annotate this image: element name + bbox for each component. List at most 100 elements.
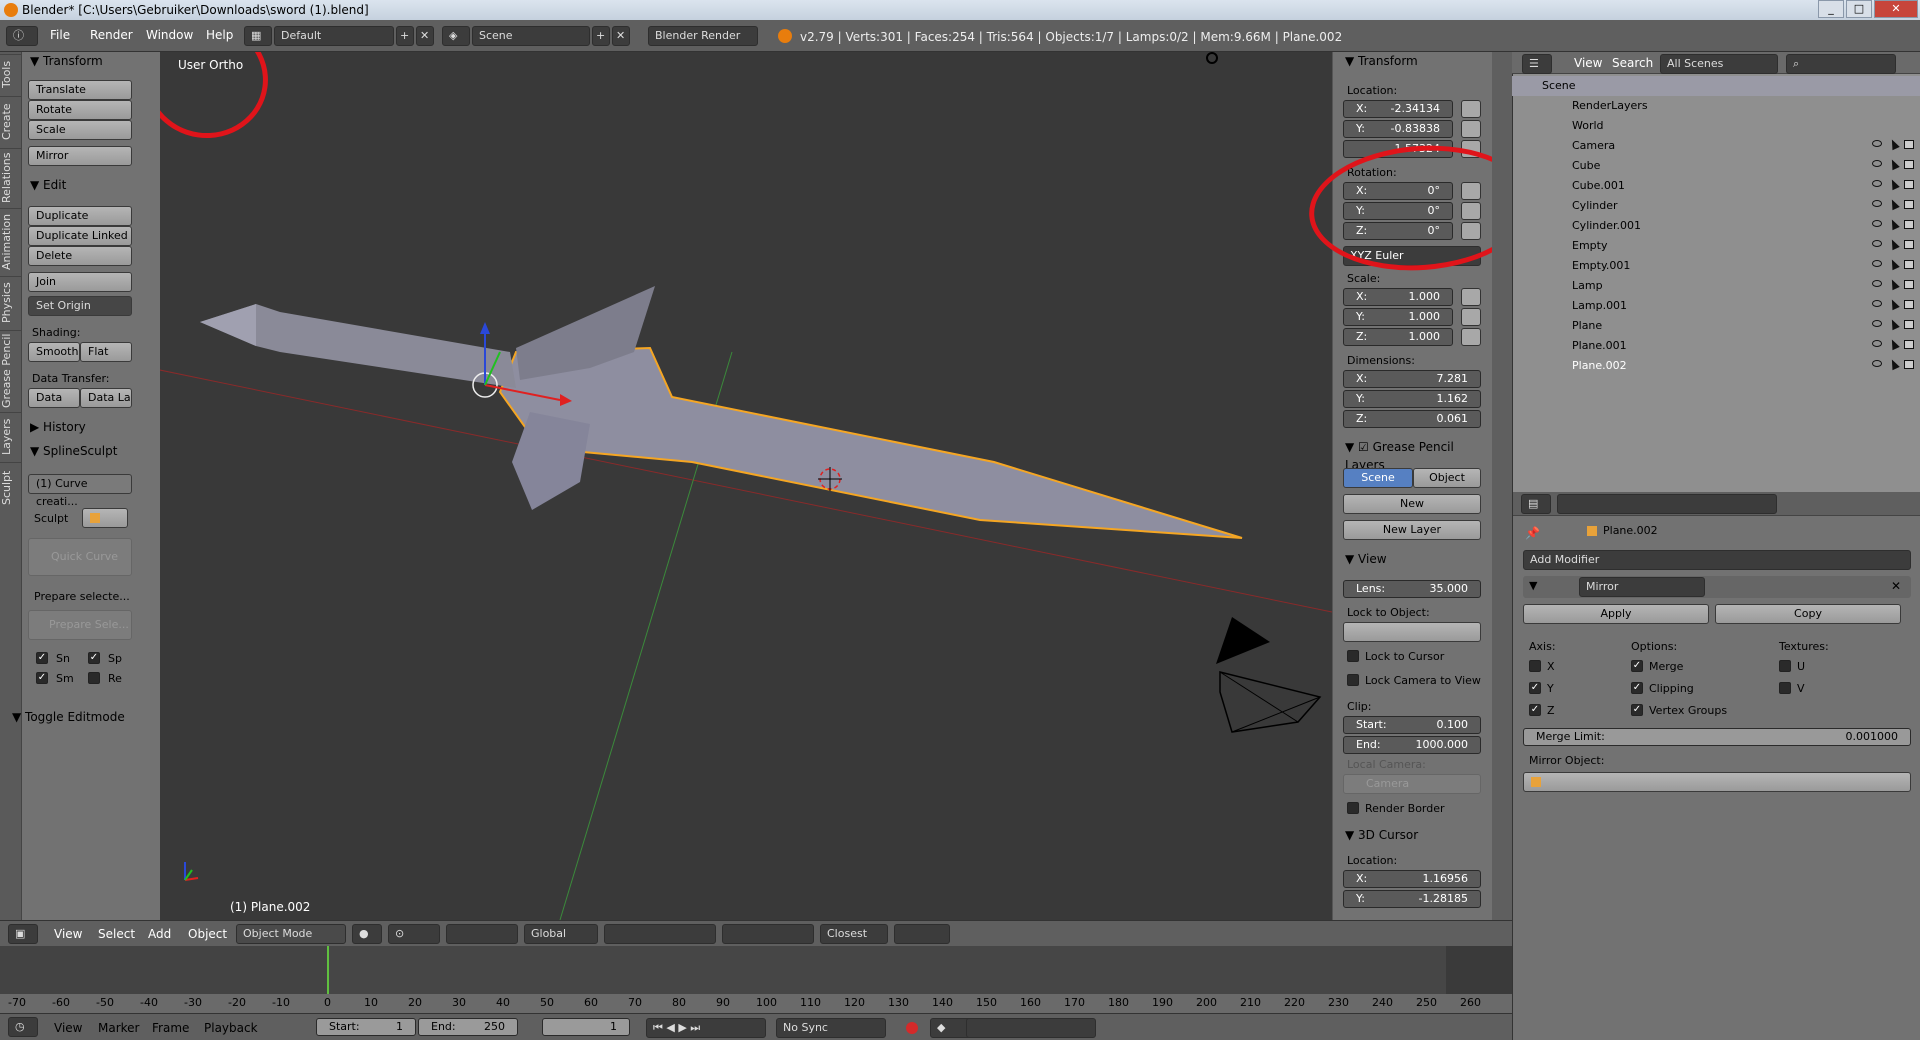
lock-camera-checkbox[interactable] <box>1347 674 1359 686</box>
outliner-search-menu[interactable]: Search <box>1612 56 1653 70</box>
outliner-view-menu[interactable]: View <box>1574 56 1602 70</box>
panel-scrollbar[interactable] <box>1492 52 1512 920</box>
outliner-filter-select[interactable]: All Scenes <box>1660 54 1778 74</box>
view-panel-header[interactable]: ▼ View <box>1345 550 1387 568</box>
editor-type-icon[interactable]: ⓘ <box>6 26 38 46</box>
cursor-x-field[interactable]: X: 1.16956 <box>1343 870 1481 888</box>
add-layout-icon[interactable]: + <box>396 26 414 46</box>
add-modifier-select[interactable]: Add Modifier <box>1523 550 1911 570</box>
tab-relations[interactable]: Relations <box>0 148 22 206</box>
dimension-x-field[interactable]: X: 7.281 <box>1343 370 1481 388</box>
clip-start-field[interactable]: Start: 0.100 <box>1343 716 1481 734</box>
join-button[interactable]: Join <box>28 272 132 292</box>
properties-editor-icon[interactable]: ▤ <box>1521 494 1551 514</box>
render-border-checkbox[interactable] <box>1347 802 1359 814</box>
smooth-button[interactable]: Smooth <box>28 342 80 362</box>
clipping-checkbox[interactable]: ✓ <box>1631 682 1643 694</box>
overlay-buttons[interactable] <box>722 924 814 944</box>
axis-z-checkbox[interactable]: ✓ <box>1529 704 1541 716</box>
dimension-z-field[interactable]: Z: 0.061 <box>1343 410 1481 428</box>
layer-buttons[interactable] <box>604 924 716 944</box>
lock-icon[interactable] <box>1461 288 1481 306</box>
pin-icon[interactable]: 📌 <box>1525 526 1540 540</box>
sync-select[interactable]: No Sync <box>776 1018 886 1038</box>
view3d-object-menu[interactable]: Object <box>188 927 227 941</box>
current-frame-field[interactable]: 1 <box>542 1018 630 1036</box>
texture-u-checkbox[interactable] <box>1779 660 1791 672</box>
outliner-item-scene[interactable]: Scene <box>1512 76 1920 96</box>
keying-set-field[interactable] <box>966 1018 1096 1038</box>
view3d-add-menu[interactable]: Add <box>148 927 171 941</box>
remove-layout-icon[interactable]: ✕ <box>416 26 434 46</box>
sculpt-object-field[interactable] <box>82 508 128 528</box>
outliner-item-empty-001[interactable]: Empty.001 <box>1512 256 1920 276</box>
render-engine-select[interactable]: Blender Render <box>648 26 758 46</box>
outliner-item-plane-001[interactable]: Plane.001 <box>1512 336 1920 356</box>
data-layers-button[interactable]: Data La <box>80 388 132 408</box>
delete-button[interactable]: Delete <box>28 246 132 266</box>
tab-layers[interactable]: Layers <box>0 412 22 460</box>
sp-checkbox[interactable]: ✓ <box>88 652 100 664</box>
re-checkbox[interactable] <box>88 672 100 684</box>
view3d-select-menu[interactable]: Select <box>98 927 135 941</box>
timeline-frame-menu[interactable]: Frame <box>152 1021 189 1035</box>
viewport-canvas[interactable] <box>160 52 1332 920</box>
layout-select[interactable]: Default <box>274 26 394 46</box>
tab-animation[interactable]: Animation <box>0 208 22 274</box>
shading-select[interactable]: ● <box>352 924 382 944</box>
outliner-item-world[interactable]: World <box>1512 116 1920 136</box>
quick-curve-button[interactable]: Quick Curve <box>28 538 132 576</box>
duplicate-linked-button[interactable]: Duplicate Linked <box>28 226 132 246</box>
outliner-editor-icon[interactable]: ☰ <box>1522 54 1552 74</box>
axis-x-checkbox[interactable] <box>1529 660 1541 672</box>
scene-select[interactable]: Scene <box>472 26 590 46</box>
clip-end-field[interactable]: End: 1000.000 <box>1343 736 1481 754</box>
outliner-item-lamp[interactable]: Lamp <box>1512 276 1920 296</box>
manipulator-buttons[interactable] <box>446 924 518 944</box>
merge-limit-field[interactable]: Merge Limit: 0.001000 <box>1523 728 1911 746</box>
axis-y-checkbox[interactable]: ✓ <box>1529 682 1541 694</box>
edit-panel-header[interactable]: ▼ Edit <box>30 176 66 194</box>
remove-scene-icon[interactable]: ✕ <box>612 26 630 46</box>
location-y-field[interactable]: Y: -0.83838 <box>1343 120 1453 138</box>
prepare-selected-button[interactable]: Prepare Sele... <box>28 610 132 640</box>
toggle-editmode-header[interactable]: ▼ Toggle Editmode <box>12 708 125 726</box>
gp-new-button[interactable]: New <box>1343 494 1481 514</box>
pivot-select[interactable]: ⊙ <box>388 924 440 944</box>
lock-icon[interactable] <box>1461 100 1481 118</box>
playback-controls[interactable]: ⏮ ◀ ▶ ⏭ <box>646 1018 766 1038</box>
timeline[interactable]: -70 -60 -50 -40 -30 -20 -10 0 10 20 30 4… <box>0 946 1512 1013</box>
apply-button[interactable]: Apply <box>1523 604 1709 624</box>
grease-pencil-header[interactable]: ▼ ☑ Grease Pencil Layers <box>1345 438 1492 472</box>
merge-checkbox[interactable]: ✓ <box>1631 660 1643 672</box>
outliner-search-input[interactable]: ⌕ <box>1786 54 1896 74</box>
n-transform-header[interactable]: ▼ Transform <box>1345 52 1418 70</box>
view3d-view-menu[interactable]: View <box>54 927 82 941</box>
start-frame-field[interactable]: Start: 1 <box>316 1018 416 1036</box>
rotate-button[interactable]: Rotate <box>28 100 132 120</box>
lock-to-cursor-checkbox[interactable] <box>1347 650 1359 662</box>
outliner-item-plane-002[interactable]: Plane.002 <box>1512 356 1920 376</box>
splinesculpt-panel-header[interactable]: ▼ SplineSculpt <box>30 442 117 460</box>
outliner-item-plane[interactable]: Plane <box>1512 316 1920 336</box>
scale-button[interactable]: Scale <box>28 120 132 140</box>
tab-tools[interactable]: Tools <box>0 54 22 94</box>
snap-select[interactable]: Closest <box>820 924 888 944</box>
layout-icon[interactable]: ▦ <box>244 26 272 46</box>
maximize-button[interactable]: □ <box>1846 0 1872 18</box>
outliner-item-cube-001[interactable]: Cube.001 <box>1512 176 1920 196</box>
scale-x-field[interactable]: X: 1.000 <box>1343 288 1453 306</box>
timeline-playback-menu[interactable]: Playback <box>204 1021 258 1035</box>
scene-icon[interactable]: ◈ <box>442 26 470 46</box>
minimize-button[interactable]: _ <box>1818 0 1844 18</box>
copy-button[interactable]: Copy <box>1715 604 1901 624</box>
data-button[interactable]: Data <box>28 388 80 408</box>
mirror-object-field[interactable] <box>1523 772 1911 792</box>
cursor-y-field[interactable]: Y: -1.28185 <box>1343 890 1481 908</box>
lock-icon[interactable] <box>1461 308 1481 326</box>
orientation-select[interactable]: Global <box>524 924 598 944</box>
outliner-item-cylinder[interactable]: Cylinder <box>1512 196 1920 216</box>
3d-viewport[interactable]: User Ortho (1) Plane.002 <box>160 52 1332 920</box>
lock-object-field[interactable] <box>1343 622 1481 642</box>
lock-icon[interactable] <box>1461 328 1481 346</box>
